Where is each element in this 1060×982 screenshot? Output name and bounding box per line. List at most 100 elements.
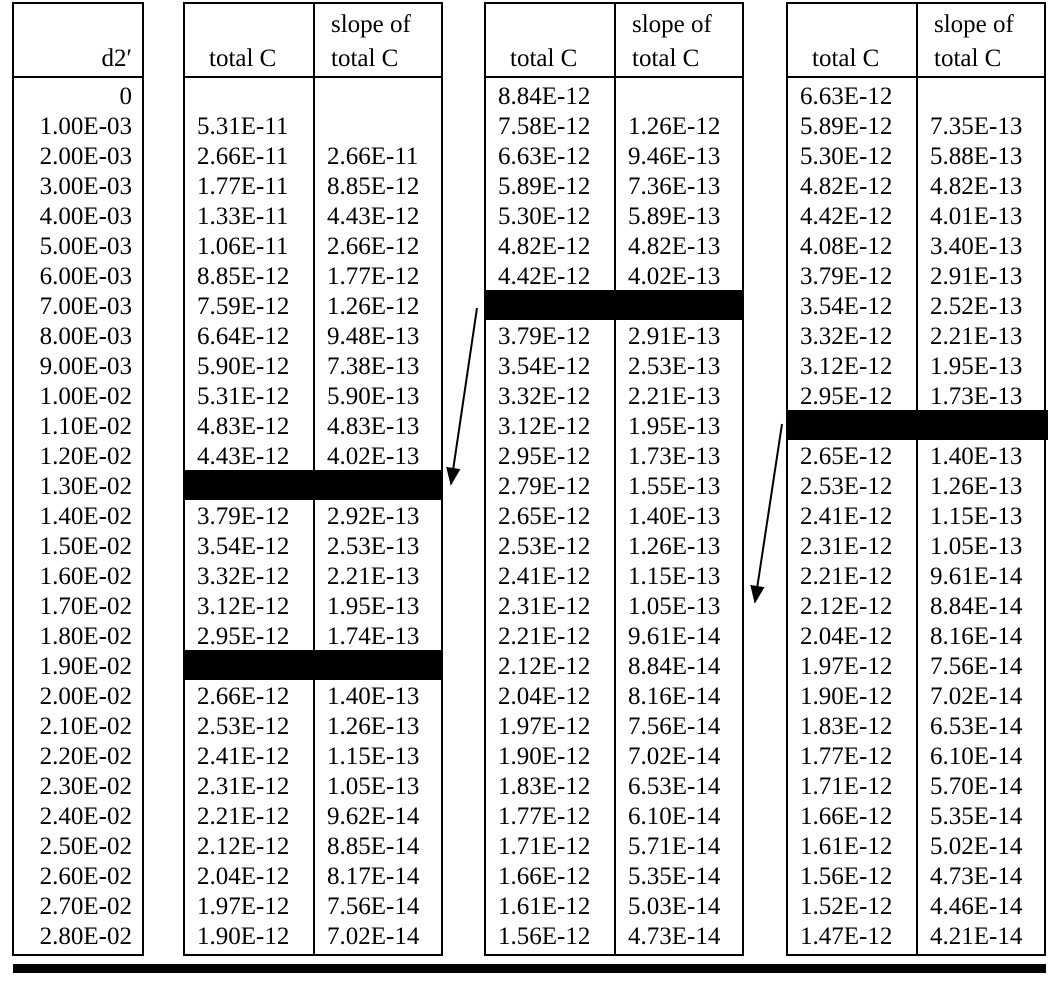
table-cell: 8.00E-03 (39, 323, 132, 350)
table-cell: 1.77E-12 (800, 743, 893, 770)
table-row: 2.53E-12 1.26E-13 (788, 472, 1044, 502)
header-text: total C (331, 45, 399, 72)
table-row: 1.10E-02 (14, 412, 142, 442)
table-cell: 4.73E-14 (930, 863, 1023, 890)
table-cell: 2.92E-13 (327, 503, 420, 530)
table-cell: 1.73E-13 (930, 383, 1023, 410)
table-cell: 5.90E-13 (327, 383, 420, 410)
table-row: 3.54E-12 2.53E-13 (185, 532, 441, 562)
table-cell: 2.21E-13 (327, 563, 420, 590)
table-row: 5.31E-12 5.90E-13 (185, 382, 441, 412)
table-row: 1.66E-12 5.35E-14 (486, 862, 742, 892)
table-cell: 1.77E-12 (498, 803, 591, 830)
table-row: 2.60E-02 (14, 862, 142, 892)
table-cell: 2.60E-02 (39, 863, 132, 890)
table-row: 8.84E-12 (486, 82, 742, 112)
table-cell: 9.62E-14 (327, 803, 420, 830)
column-header: slope of total C (315, 4, 441, 76)
redacted-row-bar (183, 650, 443, 680)
table-row: 3.12E-12 1.95E-13 (486, 412, 742, 442)
table-cell: 4.83E-13 (327, 413, 420, 440)
table-cell: 2.21E-12 (498, 623, 591, 650)
table-cell: 7.58E-12 (498, 113, 591, 140)
table-cell: 1.40E-13 (327, 683, 420, 710)
table-cell: 2.66E-11 (197, 143, 289, 170)
table-cell: 6.53E-14 (930, 713, 1023, 740)
table-cell: 2.50E-02 (39, 833, 132, 860)
table-cell: 1.40E-13 (628, 503, 721, 530)
table-row: 3.79E-12 2.91E-13 (788, 262, 1044, 292)
table-cell: 2.41E-12 (800, 503, 893, 530)
table-cell: 1.71E-12 (800, 773, 893, 800)
table-cell: 1.77E-11 (197, 173, 289, 200)
table-cell: 8.16E-14 (930, 623, 1023, 650)
table-row: 1.97E-12 7.56E-14 (788, 652, 1044, 682)
table-row: 4.82E-12 4.82E-13 (788, 172, 1044, 202)
table-cell: 1.26E-13 (930, 473, 1023, 500)
redacted-row-bar (786, 410, 1048, 440)
table-cell: 4.42E-12 (800, 203, 893, 230)
table-cell: 4.02E-13 (327, 443, 420, 470)
table-cell: 2.00E-03 (39, 143, 132, 170)
table-cell: 1.80E-02 (39, 623, 132, 650)
table-cell: 7.38E-13 (327, 353, 420, 380)
table-row: 2.53E-12 1.26E-13 (185, 712, 441, 742)
table-row: 2.65E-12 1.40E-13 (486, 502, 742, 532)
table-row: 1.77E-12 6.10E-14 (788, 742, 1044, 772)
table-row: 4.83E-12 4.83E-13 (185, 412, 441, 442)
table-row: 1.71E-12 5.71E-14 (486, 832, 742, 862)
table-cell: 1.73E-13 (628, 443, 721, 470)
table-cell: 5.90E-12 (197, 353, 290, 380)
table-cell: 1.26E-13 (628, 533, 721, 560)
table-cell: 6.63E-12 (800, 83, 893, 110)
table-cell: 2.53E-12 (800, 473, 893, 500)
table-cell: 1.00E-02 (39, 383, 132, 410)
arrow-icon (750, 423, 783, 604)
table-row: 2.41E-12 1.15E-13 (185, 742, 441, 772)
table-row: 2.30E-02 (14, 772, 142, 802)
table-cell: 1.97E-12 (800, 653, 893, 680)
header-text: total C (209, 45, 277, 72)
table-row: 3.79E-12 2.91E-13 (486, 322, 742, 352)
table-row: 2.12E-12 8.85E-14 (185, 832, 441, 862)
table-cell: 1.90E-02 (39, 653, 132, 680)
table-row: 3.00E-03 (14, 172, 142, 202)
table-cell: 7.02E-14 (628, 743, 721, 770)
table-cell: 3.54E-12 (498, 353, 591, 380)
table-cell: 6.64E-12 (197, 323, 290, 350)
table-cell: 3.40E-13 (930, 233, 1023, 260)
table-cell: 8.85E-12 (197, 263, 290, 290)
column-header: total C (185, 4, 313, 76)
table-cell: 4.43E-12 (197, 443, 290, 470)
table-cell: 2.10E-02 (39, 713, 132, 740)
table-row: 2.04E-12 8.17E-14 (185, 862, 441, 892)
table-cell: 1.30E-02 (39, 473, 132, 500)
table-cell: 1.55E-13 (628, 473, 721, 500)
table-row (185, 82, 441, 112)
table-cell: 1.05E-13 (930, 533, 1023, 560)
table-cell: 1.90E-12 (197, 923, 290, 950)
table-cell: 1.61E-12 (498, 893, 591, 920)
table-cell: 1.90E-12 (498, 743, 591, 770)
table-cell: 5.89E-13 (628, 203, 721, 230)
table-cell: 5.89E-12 (800, 113, 893, 140)
table-cell: 2.52E-13 (930, 293, 1023, 320)
table-row: 2.41E-12 1.15E-13 (486, 562, 742, 592)
table-cell: 3.54E-12 (197, 533, 290, 560)
table-cell: 1.00E-03 (39, 113, 132, 140)
table-cell: 9.61E-14 (930, 563, 1023, 590)
table-cell: 2.66E-12 (197, 683, 290, 710)
table-row: 3.79E-12 2.92E-13 (185, 502, 441, 532)
table-cell: 2.20E-02 (39, 743, 132, 770)
bottom-rule (13, 964, 1046, 973)
table-cell: 2.79E-12 (498, 473, 591, 500)
table-cell: 8.85E-12 (327, 173, 420, 200)
table-row: 5.00E-03 (14, 232, 142, 262)
table-row: 2.04E-12 8.16E-14 (486, 682, 742, 712)
table-cell: 5.02E-14 (930, 833, 1023, 860)
table-cell: 1.05E-13 (327, 773, 420, 800)
table-cell: 2.00E-02 (39, 683, 132, 710)
table-cell: 2.04E-12 (197, 863, 290, 890)
table-cell: 2.30E-02 (39, 773, 132, 800)
table-cell: 4.21E-14 (930, 923, 1023, 950)
